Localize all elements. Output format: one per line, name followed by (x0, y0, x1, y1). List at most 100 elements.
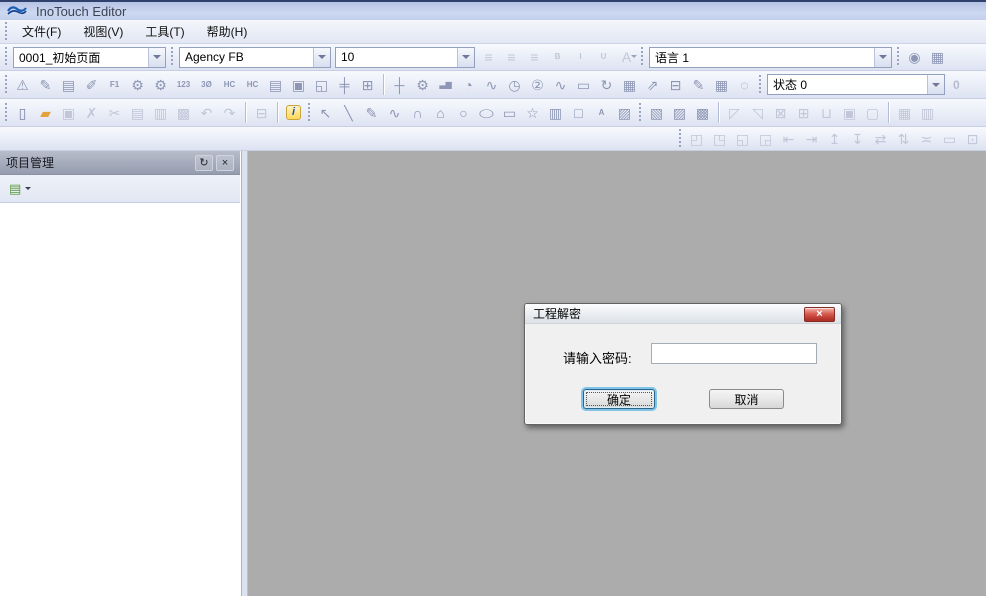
save-icon[interactable]: ▣ (57, 102, 80, 124)
function-key-icon[interactable]: F1 (103, 74, 126, 96)
trash-icon[interactable]: ⊔ (815, 102, 838, 124)
recipe-icon[interactable]: ↻ (595, 74, 618, 96)
font-size-combo[interactable]: 10 (335, 47, 475, 68)
font-combo[interactable]: Agency FB (179, 47, 331, 68)
project-tree-area[interactable] (0, 203, 240, 596)
ok-button[interactable]: 确定 (583, 389, 655, 409)
menu-item[interactable]: 文件(F) (11, 20, 72, 43)
password-input[interactable] (651, 343, 817, 364)
distribute-icon[interactable]: ≍ (915, 128, 938, 150)
cut-icon[interactable]: ✂ (103, 102, 126, 124)
info-icon[interactable]: i (282, 102, 305, 124)
ungroup-icon[interactable]: ▢ (861, 102, 884, 124)
view-selector-button[interactable]: ▤ (4, 179, 36, 199)
ruler-grid-icon[interactable]: ▥ (916, 102, 939, 124)
print-icon[interactable]: ⊟ (250, 102, 273, 124)
polygon-icon[interactable]: ⌂ (429, 102, 452, 124)
bar-graph-icon[interactable]: ▃▆ (434, 74, 457, 96)
ruler-horizontal-icon[interactable]: ▦ (893, 102, 916, 124)
ellipse-icon[interactable]: ◯ (475, 102, 498, 124)
redo-icon[interactable]: ↷ (218, 102, 241, 124)
alarm-icon[interactable]: ⚠ (11, 74, 34, 96)
new-icon[interactable]: ▯ (11, 102, 34, 124)
toolbar-grip[interactable] (895, 47, 900, 67)
toolbar-grip[interactable] (677, 129, 682, 149)
chevron-down-icon[interactable] (148, 48, 165, 67)
window-element-icon[interactable]: ▣ (287, 74, 310, 96)
transparency-icon[interactable]: ◉ (903, 46, 926, 68)
center-vertical-icon[interactable]: ⇅ (892, 128, 915, 150)
align-left-edge-icon[interactable]: ⇤ (777, 128, 800, 150)
language-combo[interactable]: 语言 1 (649, 47, 892, 68)
align-right-icon[interactable]: ≡ (523, 46, 546, 68)
lock-icon[interactable]: ⊠ (769, 102, 792, 124)
select-icon[interactable]: ↖ (314, 102, 337, 124)
copy-icon[interactable]: ▤ (126, 102, 149, 124)
trend-pen-icon[interactable]: ∿ (480, 74, 503, 96)
open-icon[interactable]: ▰ (34, 102, 57, 124)
grid-settings-icon[interactable]: ▦ (926, 46, 949, 68)
bring-forward-icon[interactable]: ◱ (731, 128, 754, 150)
select-object-icon[interactable]: ◸ (723, 102, 746, 124)
address-list-icon[interactable]: ▤ (57, 74, 80, 96)
same-width-icon[interactable]: ▭ (938, 128, 961, 150)
group-icon[interactable]: ▣ (838, 102, 861, 124)
pipe-icon[interactable]: ╪ (333, 74, 356, 96)
screen-display-icon[interactable]: ▭ (572, 74, 595, 96)
cancel-button[interactable]: 取消 (709, 389, 784, 409)
align-center-icon[interactable]: ≡ (500, 46, 523, 68)
numeric-element-icon[interactable]: 123 (172, 74, 195, 96)
gear-icon[interactable]: ⚙ (149, 74, 172, 96)
toolbar-grip[interactable] (639, 47, 644, 67)
align-bottom-edge-icon[interactable]: ↧ (846, 128, 869, 150)
macro-icon[interactable]: ✎ (34, 74, 57, 96)
toolbar-grip[interactable] (637, 103, 642, 123)
scale-icon[interactable]: ▥ (544, 102, 567, 124)
page-combo[interactable]: 0001_初始页面 (13, 47, 166, 68)
toolbar-grip[interactable] (3, 103, 8, 123)
note-pen-icon[interactable]: ✎ (687, 74, 710, 96)
paste-icon[interactable]: ▥ (149, 102, 172, 124)
marquee-icon[interactable]: ◌ (733, 74, 756, 96)
star-icon[interactable]: ☆ (521, 102, 544, 124)
italic-icon[interactable]: I (569, 46, 592, 68)
xy-plot-icon[interactable]: ∿ (549, 74, 572, 96)
align-left-icon[interactable]: ≡ (477, 46, 500, 68)
mechanism-icon[interactable]: ⚙ (411, 74, 434, 96)
same-size-icon[interactable]: ⊡ (961, 128, 984, 150)
multi-copy-icon[interactable]: ▩ (172, 102, 195, 124)
font-color-icon[interactable]: A (615, 46, 638, 68)
picture-icon[interactable]: ▨ (613, 102, 636, 124)
gallery-add-icon[interactable]: ▨ (668, 102, 691, 124)
toolbar-grip[interactable] (3, 22, 8, 42)
unlock-icon[interactable]: ⊞ (792, 102, 815, 124)
center-horizontal-icon[interactable]: ⇄ (869, 128, 892, 150)
close-icon[interactable]: × (216, 155, 234, 171)
gallery-export-icon[interactable]: ▩ (691, 102, 714, 124)
underline-icon[interactable]: U (592, 46, 615, 68)
table-element-icon[interactable]: ⊞ (356, 74, 379, 96)
operation-log-icon[interactable]: ⊟ (664, 74, 687, 96)
table2-icon[interactable]: ▦ (710, 74, 733, 96)
numeric-input-icon[interactable]: 3Ø (195, 74, 218, 96)
delete-icon[interactable]: ✗ (80, 102, 103, 124)
bring-to-front-icon[interactable]: ◰ (685, 128, 708, 150)
meter-icon[interactable]: ◔ (457, 74, 480, 96)
pen-icon[interactable]: ✎ (360, 102, 383, 124)
toolbar-grip[interactable] (3, 75, 8, 95)
toolbar-grip[interactable] (3, 47, 8, 67)
menu-item[interactable]: 帮助(H) (196, 20, 259, 43)
event-log-icon[interactable]: ✐ (80, 74, 103, 96)
state-combo[interactable]: 状态 0 (767, 74, 945, 95)
select-group-icon[interactable]: ◹ (746, 102, 769, 124)
toolbar-grip[interactable] (169, 47, 174, 67)
chevron-down-icon[interactable] (313, 48, 330, 67)
frame-icon[interactable]: □ (567, 102, 590, 124)
polyline-icon[interactable]: ∿ (383, 102, 406, 124)
move-element-icon[interactable]: ┼ (388, 74, 411, 96)
auto-hide-pin-icon[interactable]: ↻ (195, 155, 213, 171)
report-icon[interactable]: ⇗ (641, 74, 664, 96)
multi-state-icon[interactable]: ② (526, 74, 549, 96)
rectangle-icon[interactable]: ▭ (498, 102, 521, 124)
dialog-close-button[interactable]: × (804, 307, 835, 322)
